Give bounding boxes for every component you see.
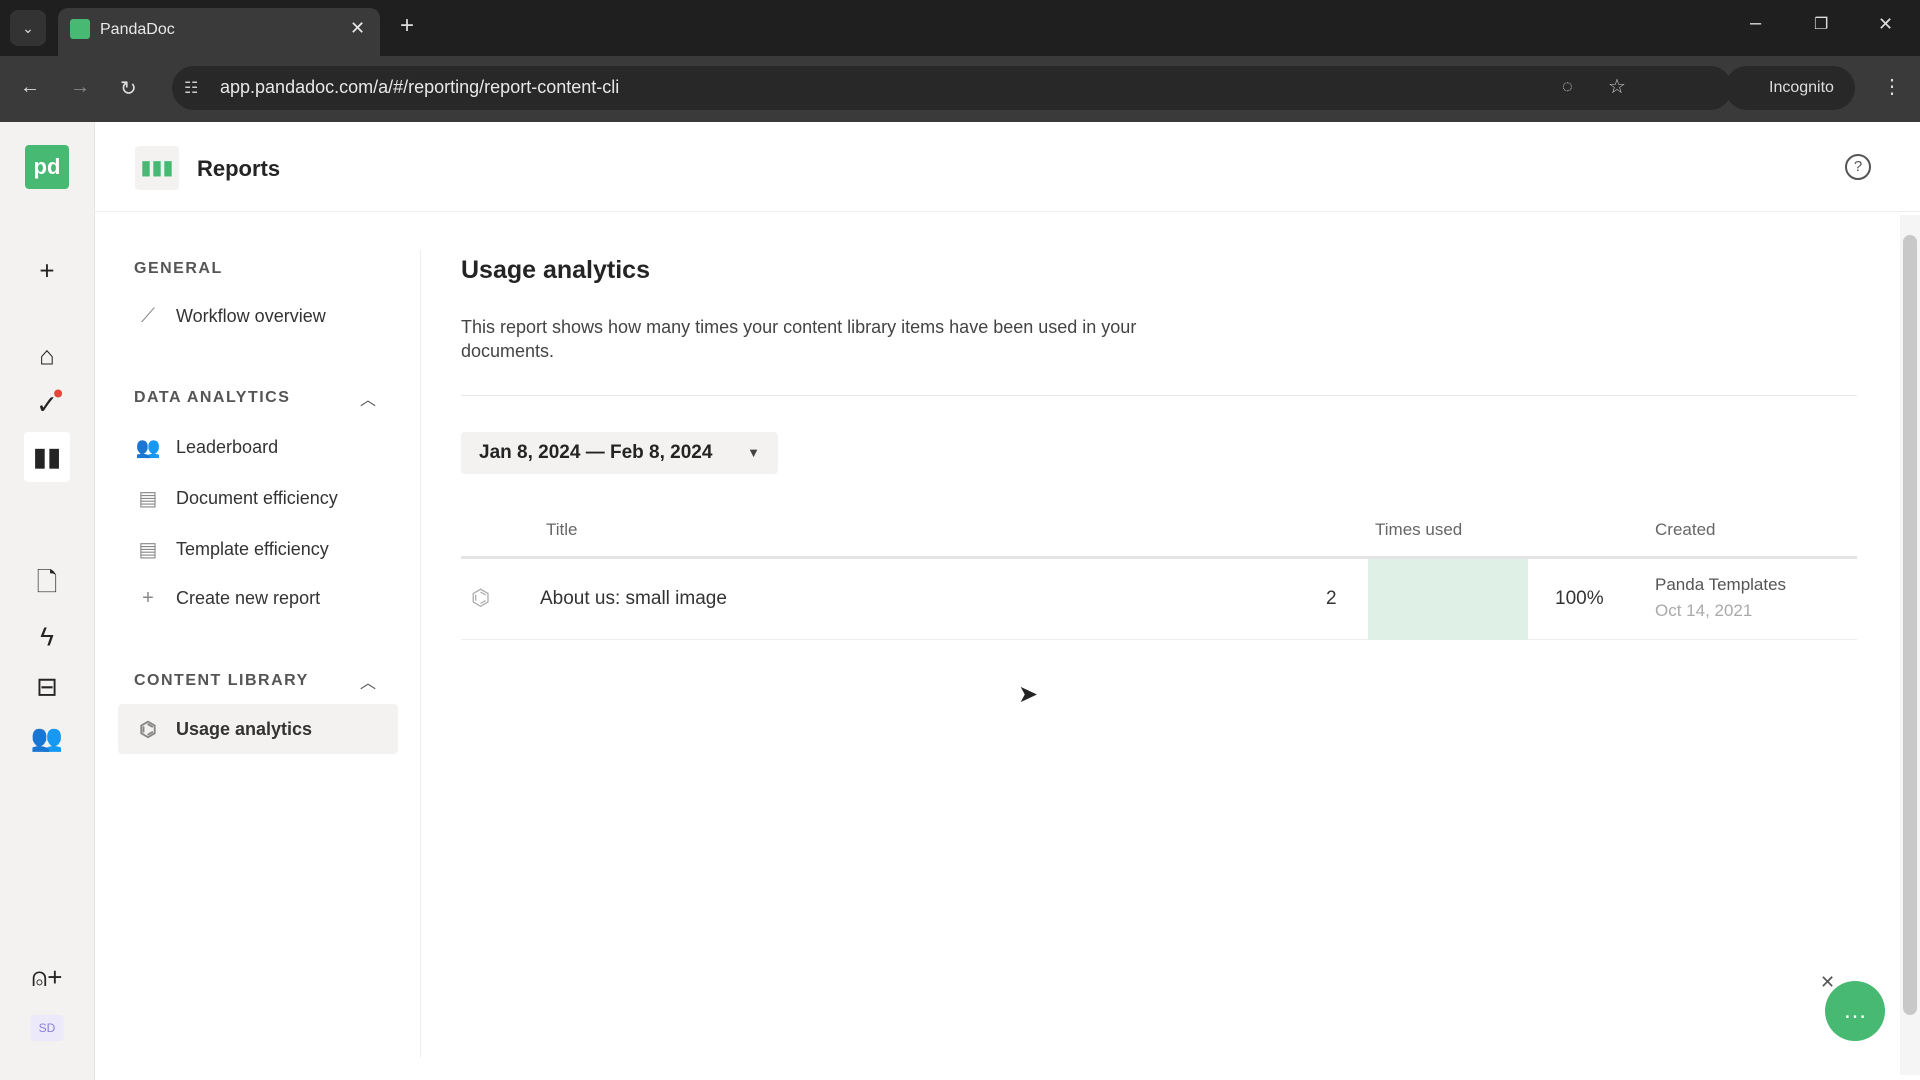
tab-search-button[interactable]: ⌄ [10,10,46,46]
reports-chart-icon[interactable]: ▮▮ [33,442,62,473]
tasks-check-icon[interactable]: ✓ [36,389,62,421]
report-description: This report shows how many times your co… [461,317,1137,361]
table-icon: ▤ [138,488,158,510]
close-window-icon[interactable]: ✕ [1878,14,1893,35]
row-percent: 100% [1555,588,1604,609]
row-times-used: 2 [1326,588,1337,609]
plus-icon: + [142,587,154,609]
contacts-icon[interactable]: 👥 [31,723,63,754]
add-user-icon[interactable]: ⍝+ [32,962,63,994]
sidebar-divider [420,250,421,1058]
plus-icon[interactable]: + [39,256,54,287]
date-range-label: Jan 8, 2024 — Feb 8, 2024 [479,442,713,463]
eye-off-icon[interactable]: ◌ [1562,76,1573,97]
date-range-picker[interactable]: Jan 8, 2024 — Feb 8, 2024 ▼ [461,432,778,474]
section-content-library: CONTENT LIBRARY [134,672,309,689]
row-created-by: Panda Templates [1655,575,1787,594]
sidebar-item-label: Template efficiency [176,539,329,559]
incognito-label: Incognito [1769,79,1834,96]
shapes-icon: ⌬ [139,719,157,741]
caret-down-icon: ▼ [747,445,760,460]
bookmark-star-icon[interactable]: ☆ [1608,74,1626,99]
reload-icon[interactable]: ↻ [120,76,137,101]
column-header-title[interactable]: Title [546,520,578,540]
minimize-icon[interactable]: – [1750,12,1761,35]
column-header-times-used[interactable]: Times used [1375,520,1462,540]
back-icon[interactable]: ← [20,76,40,99]
sidebar-item-create-new-report[interactable]: + Create new report [134,587,320,610]
sidebar-item-document-efficiency[interactable]: ▤ Document efficiency [134,486,338,511]
sidebar-item-label: Leaderboard [176,437,279,457]
automation-bolt-icon[interactable]: ϟ [40,622,54,653]
page-title: Reports [197,156,281,181]
home-icon[interactable]: ⌂ [39,341,55,372]
sidebar-item-label: Workflow overview [176,306,326,326]
browser-tab-bar: ⌄ PandaDoc ✕ + – ❐ ✕ [0,0,1920,56]
pandadoc-logo[interactable]: pd [25,145,69,189]
close-tab-icon[interactable]: ✕ [350,18,365,39]
restore-icon[interactable]: ❐ [1814,14,1828,34]
collapse-content-library-icon[interactable]: ︿ [360,669,376,693]
people-icon: 👥 [135,437,161,459]
trend-icon: ⟋ [141,305,155,327]
sidebar-item-label: Create new report [176,588,321,608]
sidebar-item-label: Document efficiency [176,488,338,508]
tab-title: PandaDoc [100,21,175,38]
mouse-cursor: ➤ [1018,681,1039,708]
incognito-badge[interactable]: Incognito [1725,66,1855,110]
divider [461,395,1857,396]
section-data-analytics: DATA ANALYTICS [134,389,291,406]
usage-bar [1368,559,1528,640]
reports-icon: ▮▮▮ [135,146,179,190]
url-text: app.pandadoc.com/a/#/reporting/report-co… [220,77,620,97]
collapse-data-analytics-icon[interactable]: ︿ [360,386,376,410]
sidebar-item-template-efficiency[interactable]: ▤ Template efficiency [134,537,329,562]
pandadoc-favicon [70,19,90,39]
usage-bar-fill [1368,559,1528,640]
sidebar-item-usage-analytics[interactable]: ⌬ Usage analytics [134,717,312,742]
scrollbar[interactable] [1900,215,1920,1075]
row-title[interactable]: About us: small image [540,588,727,610]
sidebar-item-workflow-overview[interactable]: ⟋ Workflow overview [134,305,326,328]
table-icon: ▤ [138,539,158,561]
app-rail: pd + ⌂ ✓ ▮▮ 🗋 ϟ ⊟ 👥 ⍝+ SD [0,122,95,1080]
scrollbar-thumb[interactable] [1903,235,1917,1015]
documents-icon[interactable]: 🗋 [37,564,58,608]
column-header-created[interactable]: Created [1655,520,1715,540]
menu-icon[interactable]: ⋮ [1882,74,1902,99]
table-row[interactable]: ⌬ About us: small image 2 100% Panda Tem… [461,559,1857,640]
url-field[interactable]: ☷ app.pandadoc.com/a/#/reporting/report-… [172,66,1732,110]
templates-icon[interactable]: ⊟ [36,672,58,703]
browser-tab[interactable]: PandaDoc ✕ [58,8,380,56]
row-created-date: Oct 14, 2021 [1655,601,1753,620]
forward-icon[interactable]: → [70,76,90,99]
site-info-icon[interactable]: ☷ [184,78,198,98]
section-general: GENERAL [134,260,223,277]
avatar[interactable]: SD [30,1015,64,1041]
help-icon[interactable]: ? [1845,154,1871,180]
sidebar-item-leaderboard[interactable]: 👥 Leaderboard [134,435,279,460]
new-tab-icon[interactable]: + [400,12,414,40]
sidebar-item-label: Usage analytics [176,719,313,739]
chat-bubble-button[interactable]: … [1825,981,1885,1041]
page-header: ▮▮▮ Reports ? [95,122,1920,212]
report-title: Usage analytics [461,256,650,284]
content-item-shapes-icon: ⌬ [471,585,491,610]
